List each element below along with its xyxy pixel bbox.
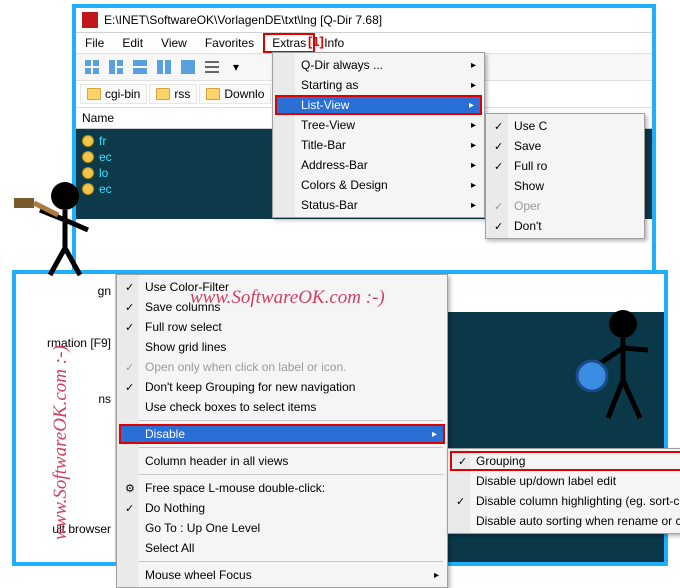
menu-listview-full: ✓Use Color-Filter ✓Save columns ✓Full ro… [116,274,448,588]
chevron-right-icon: ▸ [471,180,476,191]
check-icon: ✓ [494,120,503,133]
menu-item-list-view[interactable]: List-View▸ [275,95,482,115]
bottom-frame: gn rmation [F9] ns ult browser ✓Use Colo… [12,270,668,566]
menu-item-title-bar[interactable]: Title-Bar▸ [275,135,482,155]
folder-icon [87,88,101,100]
menu-item-disable[interactable]: Disable▸ [119,424,445,444]
chevron-right-icon: ▸ [471,80,476,91]
left-truncated-panel: gn rmation [F9] ns ult browser [16,274,116,562]
window-title: E:\INET\SoftwareOK\VorlagenDE\txt\lng [Q… [104,13,382,27]
top-frame: E:\INET\SoftwareOK\VorlagenDE\txt\lng [Q… [72,4,656,276]
menu-extras-dropdown: Q-Dir always ...▸ Starting as▸ List-View… [272,52,485,218]
menu-item-use-checkboxes[interactable]: Use check boxes to select items [119,397,445,417]
menu-item[interactable]: ✓Save [488,136,642,156]
app-icon [82,12,98,28]
check-icon: ✓ [125,361,134,374]
check-icon: ✓ [125,321,134,334]
chevron-right-icon: ▸ [471,60,476,71]
gear-icon [82,135,94,147]
menu-item-save-columns[interactable]: ✓Save columns [119,297,445,317]
tb-layout3-icon[interactable] [104,56,128,78]
annotation-1: [1] [308,34,324,49]
menu-item-grouping[interactable]: ✓Grouping [450,451,680,471]
check-icon: ✓ [125,301,134,314]
gear-icon [82,183,94,195]
menu-view[interactable]: View [152,33,196,53]
check-icon: ✓ [125,281,134,294]
menu-item[interactable]: ✓Don't [488,216,642,236]
menu-listview-peek: ✓Use C ✓Save ✓Full ro Show ✓Oper ✓Don't [485,113,645,239]
menu-item[interactable]: ✓Full ro [488,156,642,176]
check-icon: ✓ [458,455,467,468]
tb-layout1-icon[interactable] [176,56,200,78]
menu-item[interactable]: Show [488,176,642,196]
chevron-right-icon: ▸ [471,160,476,171]
tb-layout2v-icon[interactable] [152,56,176,78]
check-icon: ✓ [125,381,134,394]
menu-item-free-space-dblclick[interactable]: ⚙Free space L-mouse double-click: [119,478,445,498]
check-icon: ✓ [494,200,503,213]
menu-item-open-only-label[interactable]: ✓Open only when click on label or icon. [119,357,445,377]
menu-item-column-header-all[interactable]: Column header in all views [119,451,445,471]
tb-layout2h-icon[interactable] [128,56,152,78]
menu-item-colors-design[interactable]: Colors & Design▸ [275,175,482,195]
tb-view-icon[interactable] [200,56,224,78]
menu-item-tree-view[interactable]: Tree-View▸ [275,115,482,135]
menu-item-status-bar[interactable]: Status-Bar▸ [275,195,482,215]
menu-item-starting-as[interactable]: Starting as▸ [275,75,482,95]
check-icon: ✓ [494,220,503,233]
menu-item-mouse-wheel-focus[interactable]: Mouse wheel Focus▸ [119,565,445,585]
menu-item-qdir-always[interactable]: Q-Dir always ...▸ [275,55,482,75]
menu-item-address-bar[interactable]: Address-Bar▸ [275,155,482,175]
titlebar: E:\INET\SoftwareOK\VorlagenDE\txt\lng [Q… [76,8,652,33]
chevron-right-icon: ▸ [471,120,476,131]
menu-item-dont-keep-grouping[interactable]: ✓Don't keep Grouping for new navigation [119,377,445,397]
menu-favorites[interactable]: Favorites [196,33,263,53]
check-icon: ✓ [125,502,134,515]
menu-file[interactable]: File [76,33,113,53]
menu-item-disable-label-edit[interactable]: Disable up/down label edit [450,471,680,491]
menu-edit[interactable]: Edit [113,33,152,53]
chevron-right-icon: ▸ [471,140,476,151]
check-icon: ✓ [494,140,503,153]
menu-separator [121,561,443,562]
menu-item-go-up[interactable]: Go To : Up One Level [119,518,445,538]
menu-item[interactable]: ✓Use C [488,116,642,136]
folder-tab-download[interactable]: Downlo [199,84,271,104]
menu-item-disable-autosort[interactable]: Disable auto sorting when rename or cop [450,511,680,531]
folder-icon [206,88,220,100]
menu-item-color-filter[interactable]: ✓Use Color-Filter [119,277,445,297]
chevron-right-icon: ▸ [432,429,437,440]
tb-layout4-icon[interactable] [80,56,104,78]
gear-icon [82,151,94,163]
folder-icon [156,88,170,100]
menu-item-select-all[interactable]: Select All [119,538,445,558]
gear-icon [82,167,94,179]
menu-separator [121,420,443,421]
menu-item-show-gridlines[interactable]: Show grid lines [119,337,445,357]
menubar: File Edit View Favorites Extras Info [76,33,652,54]
menu-separator [121,474,443,475]
chevron-right-icon: ▸ [469,100,474,111]
check-icon: ✓ [456,495,465,508]
menu-item-disable-col-highlight[interactable]: ✓Disable column highlighting (eg. sort-c… [450,491,680,511]
chevron-right-icon: ▸ [471,200,476,211]
tb-dropdown-icon[interactable]: ▾ [224,56,248,78]
gear-icon: ⚙ [125,482,135,495]
check-icon: ✓ [494,160,503,173]
menu-item-do-nothing[interactable]: ✓Do Nothing [119,498,445,518]
menu-item[interactable]: ✓Oper [488,196,642,216]
menu-item-full-row-select[interactable]: ✓Full row select [119,317,445,337]
menu-separator [121,447,443,448]
chevron-right-icon: ▸ [434,570,439,581]
folder-tab-rss[interactable]: rss [149,84,197,104]
folder-tab-cgibin[interactable]: cgi-bin [80,84,147,104]
menu-disable-submenu: ✓Grouping Disable up/down label edit ✓Di… [447,448,680,534]
